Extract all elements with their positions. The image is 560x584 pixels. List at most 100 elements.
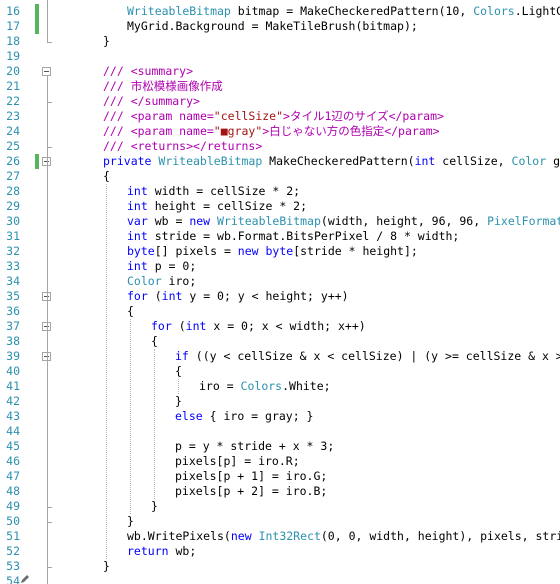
code-text: var wb = new WriteableBitmap(width, heig… (127, 214, 560, 229)
code-line[interactable]: 44 (0, 424, 560, 439)
code-token: int (127, 199, 148, 213)
code-token: { (175, 364, 182, 378)
code-token: int (127, 229, 148, 243)
code-token: height = cellSize * 2; (147, 199, 308, 213)
code-line[interactable]: 28 int width = cellSize * 2; (0, 184, 560, 199)
fold-end-tick (47, 42, 52, 43)
line-number: 53 (6, 559, 20, 573)
code-line[interactable]: 38 { (0, 334, 560, 349)
code-token: bitmap = MakeCheckeredPattern(10, (230, 4, 474, 18)
code-line[interactable]: 52 return wb; (0, 544, 560, 559)
code-line[interactable]: 34 Color iro; (0, 274, 560, 289)
code-line[interactable]: 21 /// 市松模様画像作成 (0, 79, 560, 94)
code-token: タイル1辺のサイズ (289, 109, 389, 123)
code-token: byte (265, 244, 294, 258)
change-marker (35, 19, 39, 34)
line-number: 21 (6, 79, 20, 93)
collapse-toggle[interactable] (42, 67, 51, 76)
code-line[interactable]: 46 pixels[p] = iro.R; (0, 454, 560, 469)
code-line[interactable]: 39 if ((y < cellSize & x < cellSize) | (y… (0, 349, 560, 364)
code-line[interactable]: 20 /// <summary> (0, 64, 560, 79)
code-line[interactable]: 17 MyGrid.Background = MakeTileBrush(bitm… (0, 19, 560, 34)
code-token: if (175, 349, 189, 363)
code-line[interactable]: 32 byte[] pixels = new byte[stride * heig… (0, 244, 560, 259)
code-line[interactable]: 23 /// <param name="cellSize">タイル1辺のサイズ</… (0, 109, 560, 124)
code-line[interactable]: 37 for (int x = 0; x < width; x++) (0, 319, 560, 334)
change-marker (35, 4, 39, 19)
line-number: 19 (6, 49, 20, 63)
code-line[interactable]: 51 wb.WritePixels(new Int32Rect(0, 0, wid… (0, 529, 560, 544)
code-line[interactable]: 41 iro = Colors.White; (0, 379, 560, 394)
code-text: int width = cellSize * 2; (127, 184, 300, 199)
code-editor[interactable]: 16 WriteableBitmap bitmap = MakeCheckered… (0, 0, 560, 584)
code-line[interactable]: 19 (0, 49, 560, 64)
code-text: pixels[p + 2] = iro.B; (175, 484, 327, 499)
line-number: 23 (6, 109, 20, 123)
code-line[interactable]: 24 /// <param name="■gray">白じゃない方の色指定</pa… (0, 124, 560, 139)
code-line[interactable]: 54 (0, 574, 560, 584)
code-token: (width, height, 96, 96, (320, 214, 488, 228)
line-number: 42 (6, 394, 20, 408)
code-line[interactable]: 43 else { iro = gray; } (0, 409, 560, 424)
code-text: { (103, 169, 110, 184)
line-number: 25 (6, 139, 20, 153)
line-number: 47 (6, 469, 20, 483)
line-number: 26 (6, 154, 20, 168)
code-token: int (127, 259, 148, 273)
code-text: if ((y < cellSize & x < cellSize) | (y >… (175, 349, 560, 364)
code-token: </summary> (130, 94, 200, 108)
code-text: /// <returns></returns> (103, 139, 262, 154)
code-token: > (283, 109, 290, 123)
code-line[interactable]: 49} (0, 499, 560, 514)
code-token: WriteableBitmap (217, 214, 321, 228)
line-number: 36 (6, 304, 20, 318)
code-token: /// (103, 109, 131, 123)
code-token: new (237, 244, 266, 258)
code-line[interactable]: 18} (0, 34, 560, 49)
code-line[interactable]: 40 { (0, 364, 560, 379)
code-line[interactable]: 48 pixels[p + 2] = iro.B; (0, 484, 560, 499)
fold-end-tick (47, 147, 52, 148)
code-line[interactable]: 33 int p = 0; (0, 259, 560, 274)
code-line[interactable]: 27 { (0, 169, 560, 184)
code-text: { (127, 304, 134, 319)
code-text: for (int y = 0; y < height; y++) (127, 289, 349, 304)
fold-end-tick (47, 522, 52, 523)
code-line[interactable]: 42} (0, 394, 560, 409)
code-text: /// 市松模様画像作成 (103, 79, 223, 94)
code-token: int (127, 184, 148, 198)
line-number: 17 (6, 19, 20, 33)
code-line[interactable]: 50} (0, 514, 560, 529)
code-token: int (185, 319, 207, 333)
code-token: y = 0; y < height; y++) (182, 289, 349, 303)
code-line[interactable]: 35 for (int y = 0; y < height; y++) (0, 289, 560, 304)
code-line[interactable]: 29 int height = cellSize * 2; (0, 199, 560, 214)
code-line[interactable]: 47 pixels[p + 1] = iro.G; (0, 469, 560, 484)
code-line[interactable]: 36 { (0, 304, 560, 319)
code-token: </param> (388, 109, 444, 123)
fold-end-tick (47, 102, 52, 103)
code-text: pixels[p] = iro.R; (175, 454, 300, 469)
code-text: wb.WritePixels(new Int32Rect(0, 0, width… (127, 529, 560, 544)
code-token: var (127, 214, 148, 228)
line-number: 44 (6, 424, 20, 438)
code-token: int (161, 289, 183, 303)
code-token: MakeCheckeredPattern( (262, 154, 415, 168)
pencil-icon (21, 575, 29, 583)
code-token: [] pixels = (154, 244, 238, 258)
code-line[interactable]: 30 var wb = new WriteableBitmap(width, he… (0, 214, 560, 229)
code-token: gray) (553, 154, 560, 168)
code-line[interactable]: 45 p = y * stride + x * 3; (0, 439, 560, 454)
line-number: 34 (6, 274, 20, 288)
code-line[interactable]: 26 private WriteableBitmap MakeCheckeredP… (0, 154, 560, 169)
code-line[interactable]: 16 WriteableBitmap bitmap = MakeCheckered… (0, 4, 560, 19)
code-text: } (103, 559, 110, 574)
code-line[interactable]: 53} (0, 559, 560, 574)
code-line[interactable]: 31 int stride = wb.Format.BitsPerPixel / … (0, 229, 560, 244)
code-text: } (103, 34, 110, 49)
code-token: } (127, 514, 134, 528)
line-number: 35 (6, 289, 20, 303)
code-token: WriteableBitmap (158, 154, 263, 168)
code-line[interactable]: 22 /// </summary> (0, 94, 560, 109)
code-line[interactable]: 25 /// <returns></returns> (0, 139, 560, 154)
